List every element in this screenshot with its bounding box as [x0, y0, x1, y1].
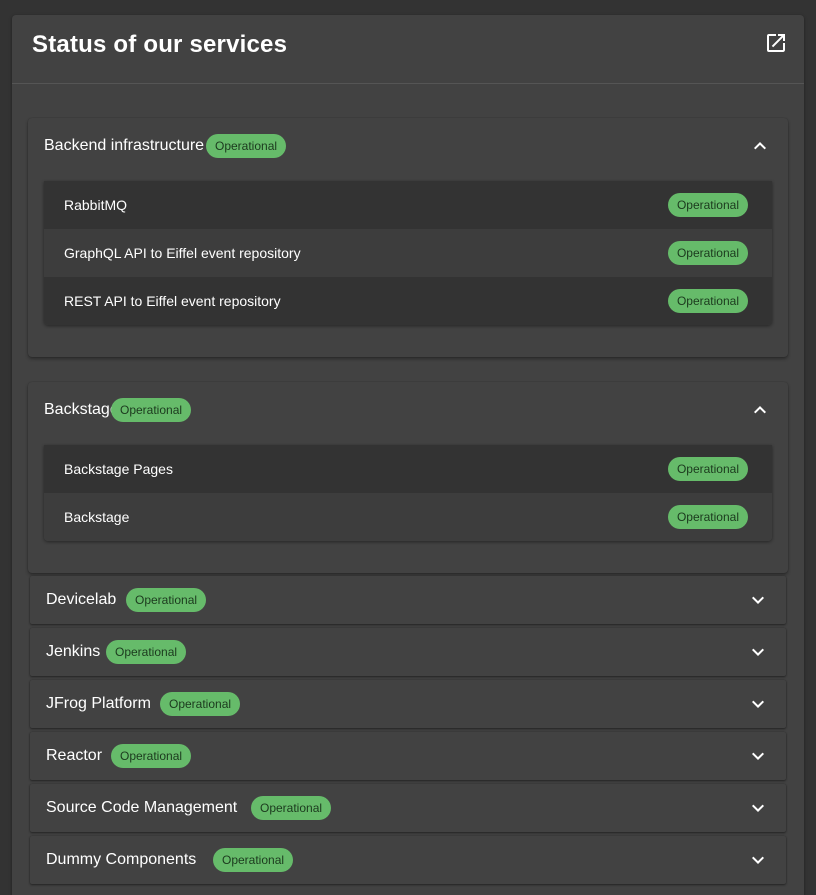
- group-backstage: Backstage Operational Backstage Pages Op…: [28, 382, 788, 573]
- status-badge: Operational: [667, 289, 748, 313]
- service-row: Backstage Pages Operational: [44, 445, 772, 493]
- group-name: Backstage: [44, 401, 119, 418]
- service-name: Backstage Pages: [64, 461, 173, 477]
- services-status-card: Status of our services Backend infrastru…: [12, 15, 804, 895]
- status-badge: Operational: [111, 744, 192, 768]
- group-devicelab[interactable]: Devicelab Operational: [30, 576, 786, 624]
- service-row: REST API to Eiffel event repository Oper…: [44, 277, 772, 325]
- group-jenkins[interactable]: Jenkins Operational: [30, 628, 786, 676]
- group-name: Reactor: [46, 747, 103, 764]
- chevron-up-icon[interactable]: [748, 398, 772, 422]
- status-badge: Operational: [667, 193, 748, 217]
- status-badge: Operational: [213, 848, 294, 872]
- status-badge: Operational: [206, 134, 287, 158]
- status-badge: Operational: [160, 692, 241, 716]
- chevron-down-icon[interactable]: [746, 848, 770, 872]
- group-name: Dummy Components: [46, 851, 197, 868]
- status-badge: Operational: [251, 796, 332, 820]
- status-badge: Operational: [667, 241, 748, 265]
- group-dummy-components[interactable]: Dummy Components Operational: [30, 836, 786, 884]
- chevron-down-icon[interactable]: [746, 692, 770, 716]
- service-row: Backstage Operational: [44, 493, 772, 541]
- group-jfrog-platform[interactable]: JFrog Platform Operational: [30, 680, 786, 728]
- group-name: Source Code Management: [46, 799, 238, 816]
- chevron-down-icon[interactable]: [746, 588, 770, 612]
- chevron-down-icon[interactable]: [746, 796, 770, 820]
- chevron-down-icon[interactable]: [746, 640, 770, 664]
- chevron-down-icon[interactable]: [746, 744, 770, 768]
- group-reactor[interactable]: Reactor Operational: [30, 732, 786, 780]
- status-badge: Operational: [111, 398, 192, 422]
- card-title: Status of our services: [32, 31, 288, 58]
- group-name: JFrog Platform: [46, 695, 151, 712]
- group-source-code-management[interactable]: Source Code Management Operational: [30, 784, 786, 832]
- service-name: Backstage: [64, 509, 130, 525]
- group-name: Backend infrastructure: [44, 137, 205, 154]
- group-header[interactable]: Backend infrastructure Operational: [28, 118, 788, 174]
- service-list: RabbitMQ Operational GraphQL API to Eiff…: [44, 181, 772, 325]
- group-name: Jenkins: [46, 643, 101, 660]
- group-header[interactable]: Backstage Operational: [28, 382, 788, 438]
- group-name: Devicelab: [46, 591, 117, 608]
- status-badge: Operational: [667, 457, 748, 481]
- service-name: REST API to Eiffel event repository: [64, 293, 281, 309]
- service-list: Backstage Pages Operational Backstage Op…: [44, 445, 772, 541]
- open-in-new-icon[interactable]: [764, 31, 788, 55]
- service-row: GraphQL API to Eiffel event repository O…: [44, 229, 772, 277]
- chevron-up-icon[interactable]: [748, 134, 772, 158]
- card-header: Status of our services: [12, 15, 804, 84]
- status-badge: Operational: [667, 505, 748, 529]
- service-row: RabbitMQ Operational: [44, 181, 772, 229]
- service-name: GraphQL API to Eiffel event repository: [64, 245, 301, 261]
- status-badge: Operational: [126, 588, 207, 612]
- service-name: RabbitMQ: [64, 197, 128, 213]
- status-badge: Operational: [106, 640, 187, 664]
- group-backend-infrastructure: Backend infrastructure Operational Rabbi…: [28, 118, 788, 357]
